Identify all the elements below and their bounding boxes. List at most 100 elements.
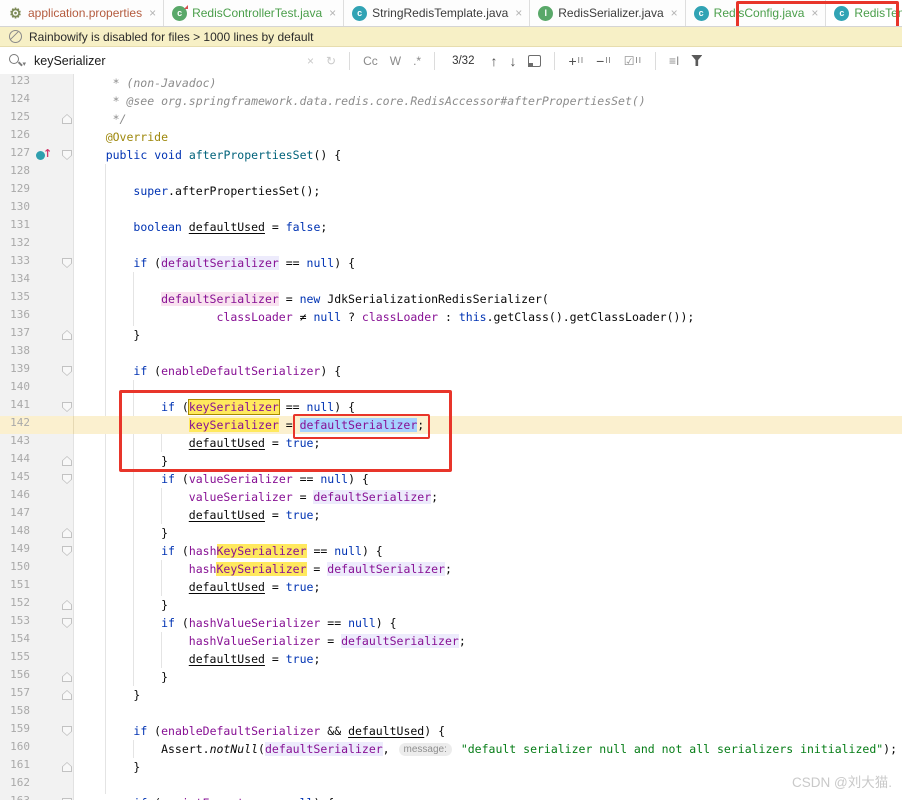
code-line-row: 143 defaultUsed = true;	[0, 434, 902, 452]
gutter: 138	[0, 344, 74, 362]
fold-marker-end-icon[interactable]	[62, 330, 72, 340]
fold-marker-end-icon[interactable]	[62, 456, 72, 466]
select-all-occurrences-icon[interactable]	[522, 54, 547, 67]
code-line[interactable]: defaultSerializer = new JdkSerialization…	[74, 290, 902, 308]
code-line[interactable]	[74, 200, 902, 218]
match-case-toggle[interactable]: Cc	[357, 54, 384, 68]
code-line[interactable]: Assert.notNull(defaultSerializer, messag…	[74, 740, 902, 758]
code-line[interactable]: if (scriptExecutor == null) {	[74, 794, 902, 800]
gutter: 162	[0, 776, 74, 794]
close-tab-icon[interactable]: ×	[149, 6, 156, 20]
code-line[interactable]	[74, 704, 902, 722]
fold-marker-end-icon[interactable]	[62, 600, 72, 610]
line-number: 158	[10, 704, 30, 717]
gutter: 159	[0, 722, 74, 740]
whole-words-toggle[interactable]: W	[384, 54, 407, 68]
code-line[interactable]: }	[74, 596, 902, 614]
code-line[interactable]: defaultUsed = true;	[74, 434, 902, 452]
code-line[interactable]: if (defaultSerializer == null) {	[74, 254, 902, 272]
remove-selection-icon[interactable]: − II	[590, 53, 618, 69]
code-line[interactable]: boolean defaultUsed = false;	[74, 218, 902, 236]
code-line[interactable]: public void afterPropertiesSet() {	[74, 146, 902, 164]
next-occurrence-button[interactable]: ↓	[503, 53, 522, 69]
select-occurrences-icon[interactable]: ☑ II	[618, 54, 648, 68]
gutter: 124	[0, 92, 74, 110]
code-line-row: 135 defaultSerializer = new JdkSerializa…	[0, 290, 902, 308]
close-tab-icon[interactable]: ×	[671, 6, 678, 20]
tab-redisconfig-java[interactable]: c RedisConfig.java ×	[685, 0, 827, 26]
code-line[interactable]: classLoader ≠ null ? classLoader : this.…	[74, 308, 902, 326]
code-line[interactable]: }	[74, 452, 902, 470]
code-line[interactable]: }	[74, 668, 902, 686]
close-tab-icon[interactable]: ×	[811, 6, 818, 20]
gutter: 137	[0, 326, 74, 344]
close-tab-icon[interactable]: ×	[515, 6, 522, 20]
test-class-file-icon: c	[172, 5, 188, 21]
fold-marker-open-icon[interactable]	[62, 402, 72, 412]
code-line[interactable]: if (enableDefaultSerializer) {	[74, 362, 902, 380]
code-line[interactable]: hashKeySerializer = defaultSerializer;	[74, 560, 902, 578]
tab-redisserializer-java[interactable]: I RedisSerializer.java ×	[530, 0, 686, 26]
fold-marker-open-icon[interactable]	[62, 726, 72, 736]
code-line[interactable]: if (enableDefaultSerializer && defaultUs…	[74, 722, 902, 740]
code-line[interactable]	[74, 380, 902, 398]
code-line[interactable]: }	[74, 326, 902, 344]
previous-occurrence-button[interactable]: ↑	[484, 53, 503, 69]
code-line[interactable]: }	[74, 758, 902, 776]
fold-marker-end-icon[interactable]	[62, 672, 72, 682]
code-line[interactable]: hashValueSerializer = defaultSerializer;	[74, 632, 902, 650]
search-input[interactable]	[32, 52, 301, 69]
fold-marker-open-icon[interactable]	[62, 546, 72, 556]
code-line[interactable]	[74, 236, 902, 254]
line-number: 159	[10, 722, 30, 735]
code-line-row: 150 hashKeySerializer = defaultSerialize…	[0, 560, 902, 578]
code-line[interactable]: if (hashKeySerializer == null) {	[74, 542, 902, 560]
code-line[interactable]: defaultUsed = true;	[74, 650, 902, 668]
code-line[interactable]: defaultUsed = true;	[74, 506, 902, 524]
code-line[interactable]: * @see org.springframework.data.redis.co…	[74, 92, 902, 110]
code-line[interactable]: keySerializer = defaultSerializer;	[74, 416, 902, 434]
add-selection-icon[interactable]: + II	[562, 53, 590, 69]
code-line[interactable]: if (keySerializer == null) {	[74, 398, 902, 416]
code-line[interactable]: valueSerializer = defaultSerializer;	[74, 488, 902, 506]
fold-marker-end-icon[interactable]	[62, 528, 72, 538]
clear-search-icon[interactable]: ×	[301, 54, 320, 68]
tab-redistemplate-java[interactable]: cRedisTemplate.java×	[826, 0, 902, 26]
code-line[interactable]	[74, 776, 902, 794]
fold-marker-end-icon[interactable]	[62, 114, 72, 124]
code-line[interactable]: defaultUsed = true;	[74, 578, 902, 596]
code-line[interactable]: * (non-Javadoc)	[74, 74, 902, 92]
regex-toggle[interactable]: .*	[407, 54, 427, 68]
code-line[interactable]	[74, 164, 902, 182]
tab-rediscontrollertest-java[interactable]: c RedisControllerTest.java ×	[164, 0, 345, 26]
close-tab-icon[interactable]: ×	[329, 6, 336, 20]
fold-marker-open-icon[interactable]	[62, 150, 72, 160]
overrides-method-icon[interactable]	[36, 147, 52, 160]
code-line-row: 123 * (non-Javadoc)	[0, 74, 902, 92]
code-line[interactable]	[74, 272, 902, 290]
tab-stringredistemplate-java[interactable]: c StringRedisTemplate.java ×	[344, 0, 531, 26]
fold-marker-end-icon[interactable]	[62, 762, 72, 772]
code-line[interactable]: if (valueSerializer == null) {	[74, 470, 902, 488]
code-line[interactable]: @Override	[74, 128, 902, 146]
fold-marker-open-icon[interactable]	[62, 258, 72, 268]
code-line[interactable]: */	[74, 110, 902, 128]
code-line[interactable]: }	[74, 524, 902, 542]
search-history-icon[interactable]: ↻	[320, 54, 342, 68]
code-editor[interactable]: 123 * (non-Javadoc) 124 * @see org.spring…	[0, 74, 902, 800]
fold-marker-open-icon[interactable]	[62, 366, 72, 376]
properties-file-icon: ⚙	[9, 4, 22, 21]
fold-marker-open-icon[interactable]	[62, 618, 72, 628]
code-line-row: 163 if (scriptExecutor == null) {	[0, 794, 902, 800]
tab-application-properties[interactable]: ⚙ application.properties ×	[0, 0, 165, 26]
code-line[interactable]: super.afterPropertiesSet();	[74, 182, 902, 200]
code-line[interactable]: }	[74, 686, 902, 704]
filter-funnel-icon[interactable]	[685, 55, 708, 66]
code-line[interactable]	[74, 344, 902, 362]
multiline-search-icon[interactable]: ≡I	[663, 54, 685, 68]
fold-marker-open-icon[interactable]	[62, 474, 72, 484]
fold-marker-end-icon[interactable]	[62, 690, 72, 700]
code-line[interactable]: if (hashValueSerializer == null) {	[74, 614, 902, 632]
tab-label: RedisControllerTest.java	[192, 6, 323, 20]
divider	[349, 51, 351, 70]
